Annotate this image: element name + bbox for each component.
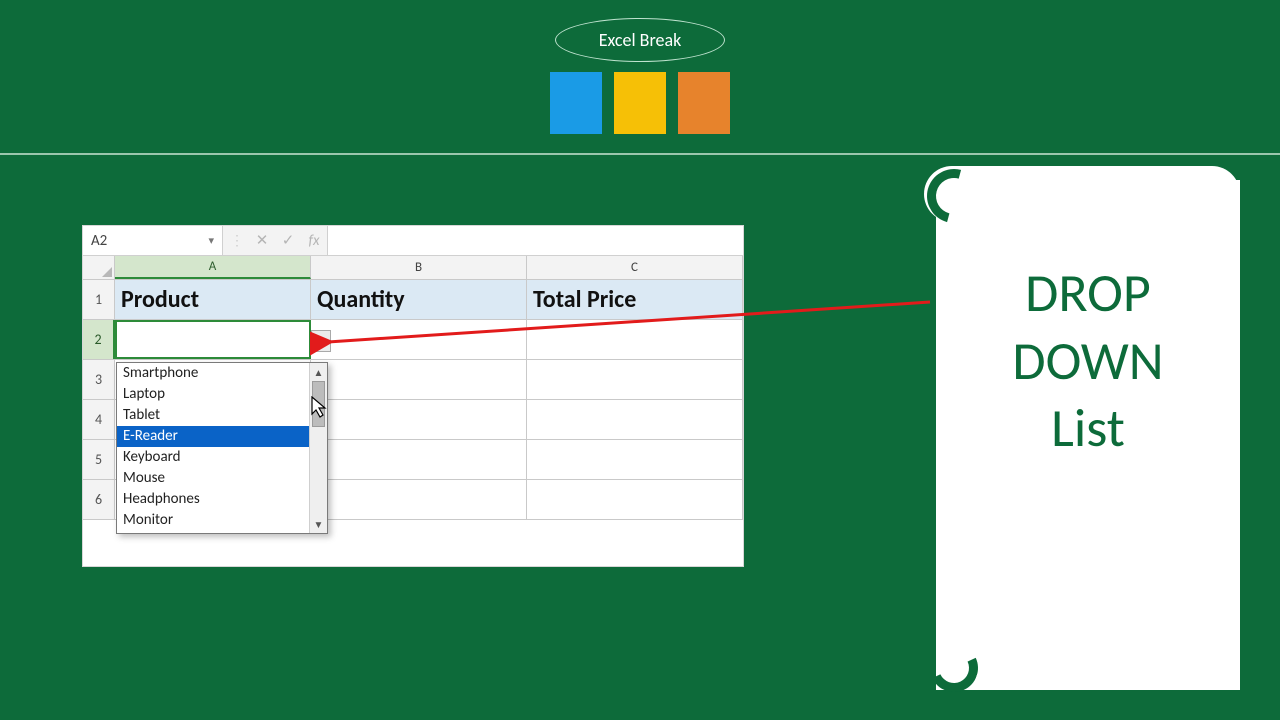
- row-header-1[interactable]: 1: [83, 280, 115, 319]
- spreadsheet-panel: A2 ▾ ⋮ ✕ ✓ fx A B C 1 Product Quantity T…: [82, 225, 744, 567]
- enter-icon[interactable]: ✓: [275, 231, 301, 250]
- cancel-icon[interactable]: ✕: [249, 231, 275, 250]
- cell-a1[interactable]: Product: [115, 280, 311, 319]
- cell-c3[interactable]: [527, 360, 743, 399]
- dropdown-item-0[interactable]: Smartphone: [117, 363, 309, 384]
- cell-b4[interactable]: [311, 400, 527, 439]
- formula-bar: A2 ▾ ⋮ ✕ ✓ fx: [83, 226, 743, 256]
- header-divider: [0, 153, 1280, 155]
- column-header-a[interactable]: A: [115, 256, 311, 279]
- cell-b3[interactable]: [311, 360, 527, 399]
- row-header-5[interactable]: 5: [83, 440, 115, 479]
- scroll-curl-top-icon: [924, 166, 1240, 222]
- column-header-c[interactable]: C: [527, 256, 743, 279]
- brand-header: Excel Break: [0, 0, 1280, 139]
- brand-squares: [0, 72, 1280, 139]
- fx-icon[interactable]: fx: [301, 232, 327, 250]
- name-box-dropdown-icon[interactable]: ▾: [208, 234, 214, 247]
- formula-input[interactable]: [327, 226, 743, 255]
- annotation-label-line2: DOWN: [936, 328, 1240, 396]
- scroll-curl-bottom-icon: [930, 644, 976, 690]
- scroll-down-icon[interactable]: ▼: [310, 515, 327, 533]
- dropdown-scrollbar[interactable]: ▲ ▼: [309, 363, 327, 533]
- cell-b6[interactable]: [311, 480, 527, 519]
- cell-b5[interactable]: [311, 440, 527, 479]
- scroll-thumb[interactable]: [312, 381, 325, 427]
- dropdown-list-items: Smartphone Laptop Tablet E-Reader Keyboa…: [117, 363, 309, 533]
- column-header-b[interactable]: B: [311, 256, 527, 279]
- row-1: 1 Product Quantity Total Price: [83, 280, 743, 320]
- dropdown-item-7[interactable]: Monitor: [117, 510, 309, 531]
- name-box-value: A2: [91, 232, 107, 250]
- dropdown-item-1[interactable]: Laptop: [117, 384, 309, 405]
- annotation-label-line1: DROP: [936, 260, 1240, 328]
- dropdown-item-2[interactable]: Tablet: [117, 405, 309, 426]
- formula-bar-expand-icon[interactable]: ⋮: [223, 232, 249, 249]
- column-header-row: A B C: [83, 256, 743, 280]
- cell-c4[interactable]: [527, 400, 743, 439]
- annotation-label: DROP DOWN List: [936, 260, 1240, 463]
- cell-b1[interactable]: Quantity: [311, 280, 527, 319]
- formula-bar-buttons: ⋮ ✕ ✓ fx: [223, 226, 327, 255]
- cell-c5[interactable]: [527, 440, 743, 479]
- annotation-scroll: DROP DOWN List: [936, 180, 1240, 690]
- brand-name: Excel Break: [555, 18, 725, 62]
- annotation-label-line3: List: [936, 395, 1240, 463]
- cell-c6[interactable]: [527, 480, 743, 519]
- scroll-up-icon[interactable]: ▲: [310, 363, 327, 381]
- logo-square-orange: [678, 72, 730, 134]
- name-box[interactable]: A2 ▾: [83, 226, 223, 255]
- data-validation-list[interactable]: Smartphone Laptop Tablet E-Reader Keyboa…: [116, 362, 328, 534]
- dropdown-item-6[interactable]: Headphones: [117, 489, 309, 510]
- cell-b2[interactable]: [311, 320, 527, 359]
- cell-c2[interactable]: [527, 320, 743, 359]
- dropdown-item-3[interactable]: E-Reader: [117, 426, 309, 447]
- logo-square-blue: [550, 72, 602, 134]
- cell-a2[interactable]: ▾: [115, 320, 311, 359]
- dropdown-item-4[interactable]: Keyboard: [117, 447, 309, 468]
- cell-c1[interactable]: Total Price: [527, 280, 743, 319]
- data-validation-dropdown-button[interactable]: ▾: [311, 330, 331, 352]
- select-all-corner[interactable]: [83, 256, 115, 279]
- row-header-2[interactable]: 2: [83, 320, 115, 359]
- row-2: 2 ▾: [83, 320, 743, 360]
- row-header-3[interactable]: 3: [83, 360, 115, 399]
- dropdown-item-5[interactable]: Mouse: [117, 468, 309, 489]
- logo-square-yellow: [614, 72, 666, 134]
- row-header-4[interactable]: 4: [83, 400, 115, 439]
- row-header-6[interactable]: 6: [83, 480, 115, 519]
